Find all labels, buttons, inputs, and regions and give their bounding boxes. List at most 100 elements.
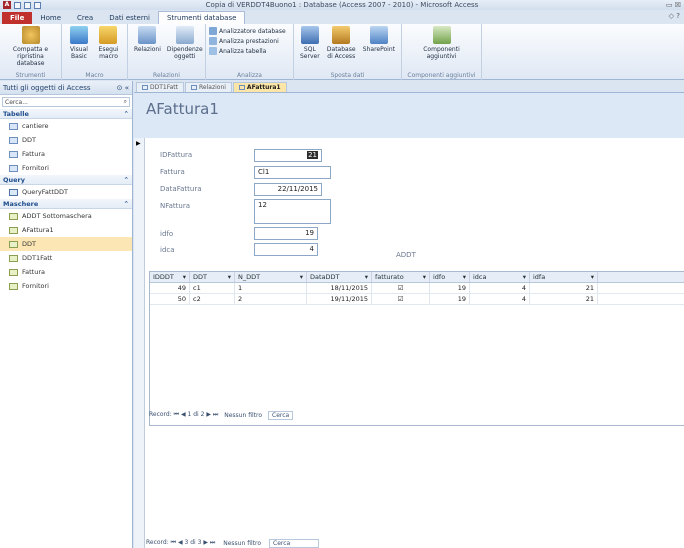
column-header-fatturato[interactable]: fatturato ▾ (372, 272, 430, 282)
document-area: DDT1Fatt Relazioni AFattura1 AFattura1 ▶… (134, 81, 684, 548)
form-icon (9, 226, 18, 234)
dependencies-icon (175, 26, 194, 44)
column-header-dataddt[interactable]: DataDDT ▾ (307, 272, 372, 282)
sort-arrow-icon: ▾ (422, 273, 426, 281)
nav-item-form-afattura1[interactable]: AFattura1 (0, 223, 132, 237)
subform-search-input[interactable]: Cerca (268, 410, 294, 420)
query-icon (9, 188, 18, 196)
nav-item-form-addt-sottomaschera[interactable]: ADDT Sottomaschera (0, 209, 132, 223)
analizza-prestazioni-button[interactable]: Analizza prestazioni (209, 37, 286, 45)
sort-arrow-icon: ▾ (590, 273, 594, 281)
column-header-idddt[interactable]: IDDDT ▾ (150, 272, 190, 282)
nav-item-table-fattura[interactable]: Fattura (0, 147, 132, 161)
nav-item-form-fornitori[interactable]: Fornitori (0, 279, 132, 293)
doc-tab-relazioni[interactable]: Relazioni (185, 82, 232, 92)
subform-record-counter[interactable]: Record: ⏮ ◀ 1 di 2 ▶ ⏭ (149, 411, 218, 419)
componenti-aggiuntivi-button[interactable]: Componenti aggiuntivi (405, 26, 478, 60)
nav-collapse-icon[interactable]: ⊙ « (117, 84, 129, 92)
nav-item-query-fattddt[interactable]: QueryFattDDT (0, 185, 132, 199)
idfo-field[interactable]: 19 (254, 227, 318, 240)
analyzer-icon (209, 27, 217, 35)
column-header-n-ddt[interactable]: N_DDT ▾ (235, 272, 307, 282)
main-search-input[interactable]: Cerca (269, 538, 319, 548)
column-header-ddt[interactable]: DDT ▾ (190, 272, 235, 282)
form-icon (9, 268, 18, 276)
tab-crea[interactable]: Crea (69, 12, 101, 24)
column-header-idfa[interactable]: idfa ▾ (530, 272, 598, 282)
sort-arrow-icon: ▾ (182, 273, 186, 281)
sql-server-button[interactable]: SQL Server (297, 26, 323, 60)
sort-arrow-icon: ▾ (299, 273, 303, 281)
form-icon (238, 85, 245, 90)
fattura-field[interactable]: Cl1 (254, 166, 331, 179)
window-controls[interactable]: ▭ ☒ (666, 1, 681, 9)
column-header-idfo[interactable]: idfo ▾ (430, 272, 470, 282)
nav-search-input[interactable]: Cerca... ⌕ (2, 97, 130, 107)
form-icon (9, 282, 18, 290)
nav-item-form-fattura[interactable]: Fattura (0, 265, 132, 279)
nav-item-table-cantiere[interactable]: cantiere (0, 119, 132, 133)
group-relazioni: Relazioni Dipendenze oggetti Relazioni (128, 24, 206, 80)
nav-item-table-fornitori[interactable]: Fornitori (0, 161, 132, 175)
relazioni-button[interactable]: Relazioni (131, 26, 164, 53)
label-nfattura: NFattura (160, 202, 191, 210)
form-icon (9, 254, 18, 262)
nav-item-form-ddt1fatt[interactable]: DDT1Fatt (0, 251, 132, 265)
navigation-pane: Tutti gli oggetti di Access ⊙ « Cerca...… (0, 81, 133, 548)
sort-arrow-icon: ▾ (522, 273, 526, 281)
subform-record-navigation: Record: ⏮ ◀ 1 di 2 ▶ ⏭ Nessun filtro Cer… (149, 410, 294, 420)
sharepoint-button[interactable]: SharePoint (360, 26, 398, 53)
label-fattura: Fattura (160, 168, 185, 176)
nav-item-form-ddt[interactable]: DDT (0, 237, 132, 251)
help-icon[interactable]: ◇ ? (669, 12, 680, 20)
main-filter-indicator[interactable]: Nessun filtro (223, 540, 261, 547)
subform-label: ADDT (396, 251, 416, 259)
sql-server-icon (300, 26, 319, 44)
title-bar: A Copia di VERDDT4Buono1 : Database (Acc… (0, 0, 684, 10)
compatta-button[interactable]: Compatta e ripristina database (3, 26, 58, 67)
subform-header-row: IDDDT ▾ DDT ▾ N_DDT ▾ DataDDT ▾ fatturato ▾ i… (150, 272, 684, 283)
form-title: AFattura1 (134, 93, 684, 138)
doc-tab-ddt1fatt[interactable]: DDT1Fatt (136, 82, 185, 92)
group-componenti: Componenti aggiuntivi Componenti aggiunt… (402, 24, 482, 80)
idca-field[interactable]: 4 (254, 243, 318, 256)
doc-tab-afattura1[interactable]: AFattura1 (232, 82, 287, 92)
fatturato-checkbox[interactable]: ☑ (372, 283, 430, 293)
group-strumenti: Compatta e ripristina database Strumenti (0, 24, 62, 80)
table-row[interactable]: 50 c2 2 19/11/2015 ☑ 19 4 21 (150, 294, 684, 305)
dipendenze-oggetti-button[interactable]: Dipendenze oggetti (164, 26, 206, 60)
section-maschere[interactable]: Maschere ⌃ (0, 199, 132, 209)
sort-arrow-icon: ▾ (462, 273, 466, 281)
datafattura-field[interactable]: 22/11/2015 (254, 183, 322, 196)
table-icon (9, 122, 18, 130)
visual-basic-button[interactable]: Visual Basic (65, 26, 93, 60)
esegui-macro-button[interactable]: Esegui macro (93, 26, 124, 60)
nfattura-field[interactable]: 12 (254, 199, 331, 224)
main-record-counter[interactable]: Record: ⏮ ◀ 3 di 3 ▶ ⏭ (146, 539, 215, 547)
addt-subform: IDDDT ▾ DDT ▾ N_DDT ▾ DataDDT ▾ fatturato ▾ i… (149, 271, 684, 426)
section-tabelle[interactable]: Tabelle ⌃ (0, 109, 132, 119)
subform-filter-indicator[interactable]: Nessun filtro (224, 412, 262, 419)
analizzatore-database-button[interactable]: Analizzatore database (209, 27, 286, 35)
tab-file[interactable]: File (2, 12, 33, 24)
fatturato-checkbox[interactable]: ☑ (372, 294, 430, 304)
tab-home[interactable]: Home (32, 12, 69, 24)
search-icon: ⌕ (123, 98, 127, 105)
section-query[interactable]: Query ⌃ (0, 175, 132, 185)
column-header-idca[interactable]: idca ▾ (470, 272, 530, 282)
label-datafattura: DataFattura (160, 185, 202, 193)
form-icon (9, 212, 18, 220)
tab-strumenti-database[interactable]: Strumenti database (157, 11, 246, 24)
table-row[interactable]: 49 c1 1 18/11/2015 ☑ 19 4 21 (150, 283, 684, 294)
chevron-up-icon: ⌃ (123, 200, 129, 208)
nav-pane-header[interactable]: Tutti gli oggetti di Access ⊙ « (0, 81, 132, 95)
analizza-tabella-button[interactable]: Analizza tabella (209, 47, 286, 55)
database-access-button[interactable]: Database di Access (323, 26, 360, 60)
label-idfattura: IDFattura (160, 151, 193, 159)
nav-item-table-ddt[interactable]: DDT (0, 133, 132, 147)
tab-dati-esterni[interactable]: Dati esterni (101, 12, 158, 24)
idfattura-field[interactable]: 21 (254, 149, 322, 162)
ribbon-tabs: File Home Crea Dati esterni Strumenti da… (0, 10, 684, 24)
group-analizza: Analizzatore database Analizza prestazio… (206, 24, 294, 80)
record-selector[interactable]: ▶ (134, 138, 145, 548)
